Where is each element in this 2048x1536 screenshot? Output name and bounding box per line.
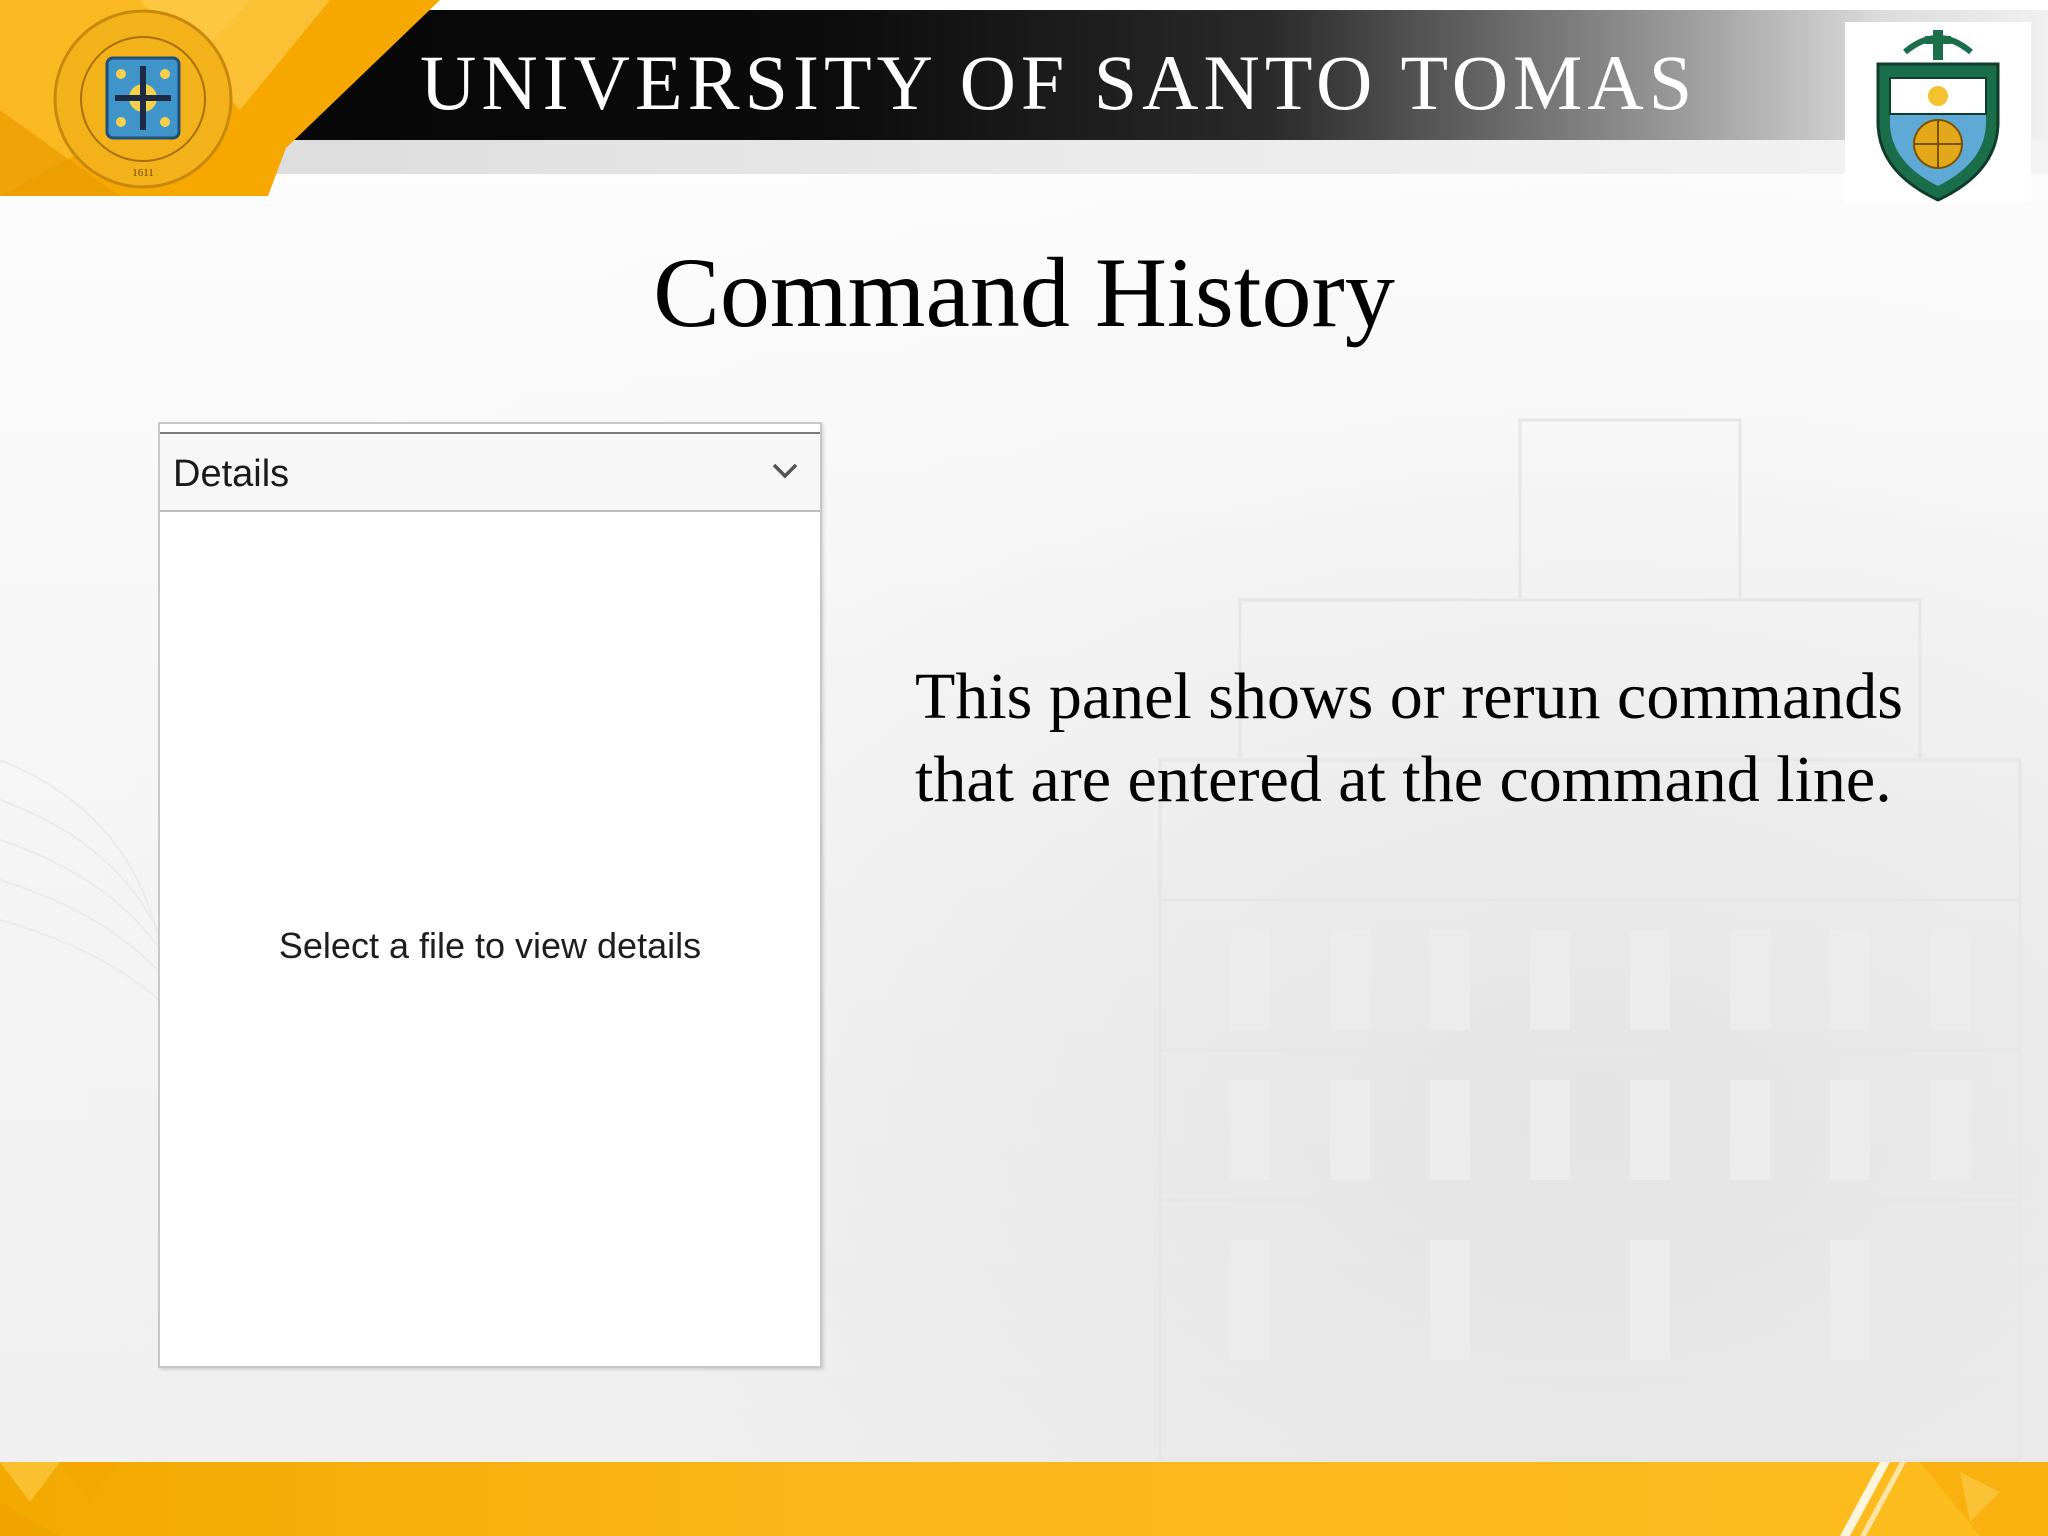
empty-state-message: Select a file to view details	[278, 925, 702, 966]
footer-bar	[0, 1462, 2048, 1536]
ust-seal-logo: 1611	[53, 9, 233, 189]
details-panel-title: Details	[173, 453, 290, 495]
details-panel: Details Select a file to view details	[158, 422, 822, 1368]
details-panel-header[interactable]: Details	[160, 434, 820, 512]
header-banner: UNIVERSITY OF SANTO TOMAS 1611	[0, 0, 2048, 202]
description-line-1: This panel shows or rerun commands	[915, 660, 1903, 733]
university-name: UNIVERSITY OF SANTO TOMAS	[420, 39, 1698, 126]
description-line-2: that are entered at the command line.	[915, 743, 1892, 816]
seal-year: 1611	[132, 167, 154, 179]
footer-pattern	[0, 1462, 2048, 1536]
description-text: This panel shows or rerun commands that …	[915, 655, 1995, 821]
chevron-down-icon[interactable]	[770, 460, 800, 482]
slide-title: Command History	[653, 237, 1395, 348]
faculty-crest-logo	[1845, 22, 2031, 202]
